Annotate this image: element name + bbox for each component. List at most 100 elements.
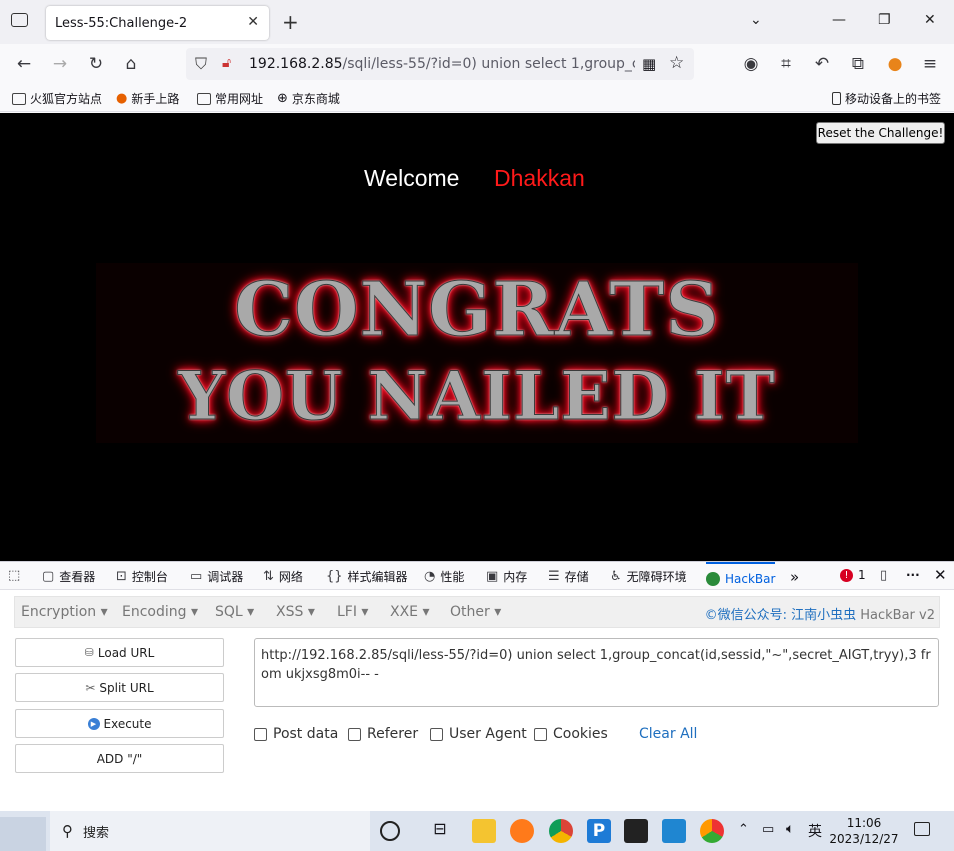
ime-indicator[interactable]: 英 — [808, 821, 822, 841]
tab-network[interactable]: ⇅ 网络 — [263, 568, 303, 585]
menu-sql[interactable]: SQL ▾ — [215, 604, 254, 620]
network-tray-icon[interactable]: ▭ — [762, 822, 774, 837]
folder-icon — [12, 92, 26, 105]
load-url-button[interactable]: ⛁ Load URL — [15, 638, 224, 667]
close-window-icon[interactable]: ✕ — [924, 12, 936, 28]
account-icon[interactable]: ◉ — [741, 54, 761, 74]
widgets-icon[interactable]: ⊟ — [428, 819, 452, 843]
user-name: Dhakkan — [494, 165, 585, 191]
tab-inspector[interactable]: ▢ 查看器 — [42, 568, 95, 585]
back-icon[interactable]: ← — [14, 54, 34, 74]
tab-list-icon[interactable] — [11, 13, 28, 27]
firefox-taskbar-icon[interactable] — [510, 819, 534, 843]
taskbar-search[interactable]: ⚲ 搜索 — [50, 811, 370, 851]
terminal-icon[interactable] — [624, 819, 648, 843]
menu-xss[interactable]: XSS ▾ — [276, 604, 315, 620]
tab-console[interactable]: ⊡ 控制台 — [116, 568, 168, 585]
url-bar[interactable]: ⛉ 🔓︎ 192.168.2.85/sqli/less-55/?id=0) un… — [186, 48, 694, 80]
split-url-button[interactable]: ✂ Split URL — [15, 673, 224, 702]
hackbar-url-textarea[interactable]: http://192.168.2.85/sqli/less-55/?id=0) … — [254, 638, 939, 707]
execute-button[interactable]: ▶ Execute — [15, 709, 224, 738]
tab-storage[interactable]: ☰ 存储 — [548, 568, 589, 585]
chrome-icon[interactable] — [549, 819, 573, 843]
more-options-icon[interactable]: ··· — [906, 568, 920, 582]
storage-icon: ☰ — [548, 569, 560, 584]
task-view-icon[interactable] — [380, 821, 400, 841]
vscode-icon[interactable] — [662, 819, 686, 843]
extensions-icon[interactable]: ⧉ — [848, 54, 868, 74]
tab-overflow-chevron-icon[interactable]: ⌄ — [750, 12, 762, 28]
menu-xxe[interactable]: XXE ▾ — [390, 604, 430, 620]
home-icon[interactable]: ⌂ — [121, 54, 141, 74]
reload-icon[interactable]: ↻ — [86, 54, 106, 74]
volume-icon[interactable]: 🔈︎ — [786, 821, 794, 837]
banner-line-1: CONGRATS — [234, 267, 720, 354]
p-app-icon[interactable]: P — [587, 819, 611, 843]
hackbar-credit: ©微信公众号: 江南小虫虫 HackBar v2 — [704, 608, 935, 623]
menu-lfi[interactable]: LFI ▾ — [337, 604, 368, 620]
new-tab-icon[interactable]: + — [282, 10, 299, 34]
hackbar-menubar: Encryption ▾ Encoding ▾ SQL ▾ XSS ▾ LFI … — [14, 596, 940, 628]
menu-encryption[interactable]: Encryption ▾ — [21, 604, 108, 620]
user-agent-checkbox[interactable]: User Agent — [430, 726, 527, 742]
close-tab-icon[interactable]: ✕ — [247, 14, 259, 30]
bookmark-item[interactable]: 常用网址 — [197, 90, 263, 107]
menu-icon[interactable]: ≡ — [920, 54, 940, 74]
tray-chevron-icon[interactable]: ⌃ — [738, 822, 749, 837]
tab-active[interactable]: Less-55:Challenge-2 ✕ — [46, 6, 269, 40]
extension-fox-icon[interactable]: ● — [885, 54, 905, 74]
devtools-panel: ⬚ ▢ 查看器 ⊡ 控制台 ▭ 调试器 ⇅ 网络 {} 样式编辑器 ◔ 性能 ▣ 内存 ☰ 存储… — [0, 561, 954, 811]
folder-icon — [197, 92, 211, 105]
close-devtools-icon[interactable]: ✕ — [934, 566, 947, 584]
tab-accessibility[interactable]: ♿︎ 无障碍环境 — [610, 568, 687, 585]
responsive-design-icon[interactable]: ▯ — [880, 568, 887, 583]
start-icon[interactable] — [0, 817, 46, 851]
minimize-icon[interactable]: — — [832, 12, 846, 28]
bookmark-star-icon[interactable]: ☆ — [669, 53, 684, 73]
notification-icon[interactable] — [914, 822, 930, 836]
devtools-tabs: ⬚ ▢ 查看器 ⊡ 控制台 ▭ 调试器 ⇅ 网络 {} 样式编辑器 ◔ 性能 ▣ 内存 ☰ 存储… — [0, 562, 954, 590]
tab-style-editor[interactable]: {} 样式编辑器 — [326, 568, 408, 585]
page-content: Reset the Challenge! Welcome Dhakkan CON… — [0, 113, 954, 561]
element-picker-icon[interactable]: ⬚ — [8, 568, 20, 583]
tab-performance[interactable]: ◔ 性能 — [424, 568, 464, 585]
clock[interactable]: 11:06 2023/12/27 — [826, 815, 902, 847]
post-data-checkbox[interactable]: Post data — [254, 726, 338, 742]
welcome-text: Welcome — [364, 165, 460, 191]
accessibility-icon: ♿︎ — [610, 569, 622, 584]
gauge-icon: ◔ — [424, 569, 436, 584]
add-slash-button[interactable]: ADD "/" — [15, 744, 224, 773]
bookmark-item[interactable]: ⊕ 京东商城 — [277, 90, 340, 107]
app-icon[interactable] — [700, 819, 724, 843]
taskbar: ⚲ 搜索 ⊟ P ⌃ ▭ 🔈︎ 英 11:06 2023/12/27 — [0, 811, 954, 851]
cookies-checkbox[interactable]: Cookies — [534, 726, 608, 742]
braces-icon: {} — [326, 569, 343, 584]
reset-challenge-button[interactable]: Reset the Challenge! — [816, 122, 945, 144]
banner-line-2: YOU NAILED IT — [178, 357, 776, 436]
error-count[interactable]: ! 1 — [840, 568, 866, 582]
tab-title: Less-55:Challenge-2 — [55, 15, 188, 31]
bookmark-item[interactable]: ● 新手上路 — [116, 90, 179, 107]
clock-date: 2023/12/27 — [829, 832, 899, 846]
insecure-lock-icon[interactable]: 🔓︎ — [222, 55, 231, 71]
file-explorer-icon[interactable] — [472, 819, 496, 843]
qr-code-icon[interactable]: ▦ — [642, 55, 656, 73]
url-text[interactable]: 192.168.2.85/sqli/less-55/?id=0) union s… — [249, 56, 635, 72]
shield-icon[interactable]: ⛉ — [195, 54, 207, 74]
screenshot-icon[interactable]: ⌗ — [776, 54, 796, 74]
play-icon: ▶ — [87, 717, 100, 730]
console-icon: ⊡ — [116, 569, 127, 584]
maximize-icon[interactable]: ❐ — [878, 12, 891, 28]
tab-debugger[interactable]: ▭ 调试器 — [190, 568, 243, 585]
referer-checkbox[interactable]: Referer — [348, 726, 418, 742]
menu-encoding[interactable]: Encoding ▾ — [122, 604, 198, 620]
tab-hackbar[interactable]: HackBar — [706, 562, 776, 590]
menu-other[interactable]: Other ▾ — [450, 604, 501, 620]
more-tabs-icon[interactable]: » — [790, 568, 799, 586]
bookmark-item[interactable]: 火狐官方站点 — [12, 90, 102, 107]
mobile-bookmarks[interactable]: 移动设备上的书签 — [832, 90, 941, 107]
undo-icon[interactable]: ↶ — [812, 54, 832, 74]
tab-memory[interactable]: ▣ 内存 — [486, 568, 527, 585]
clear-all-link[interactable]: Clear All — [639, 726, 697, 742]
forward-icon[interactable]: → — [50, 54, 70, 74]
